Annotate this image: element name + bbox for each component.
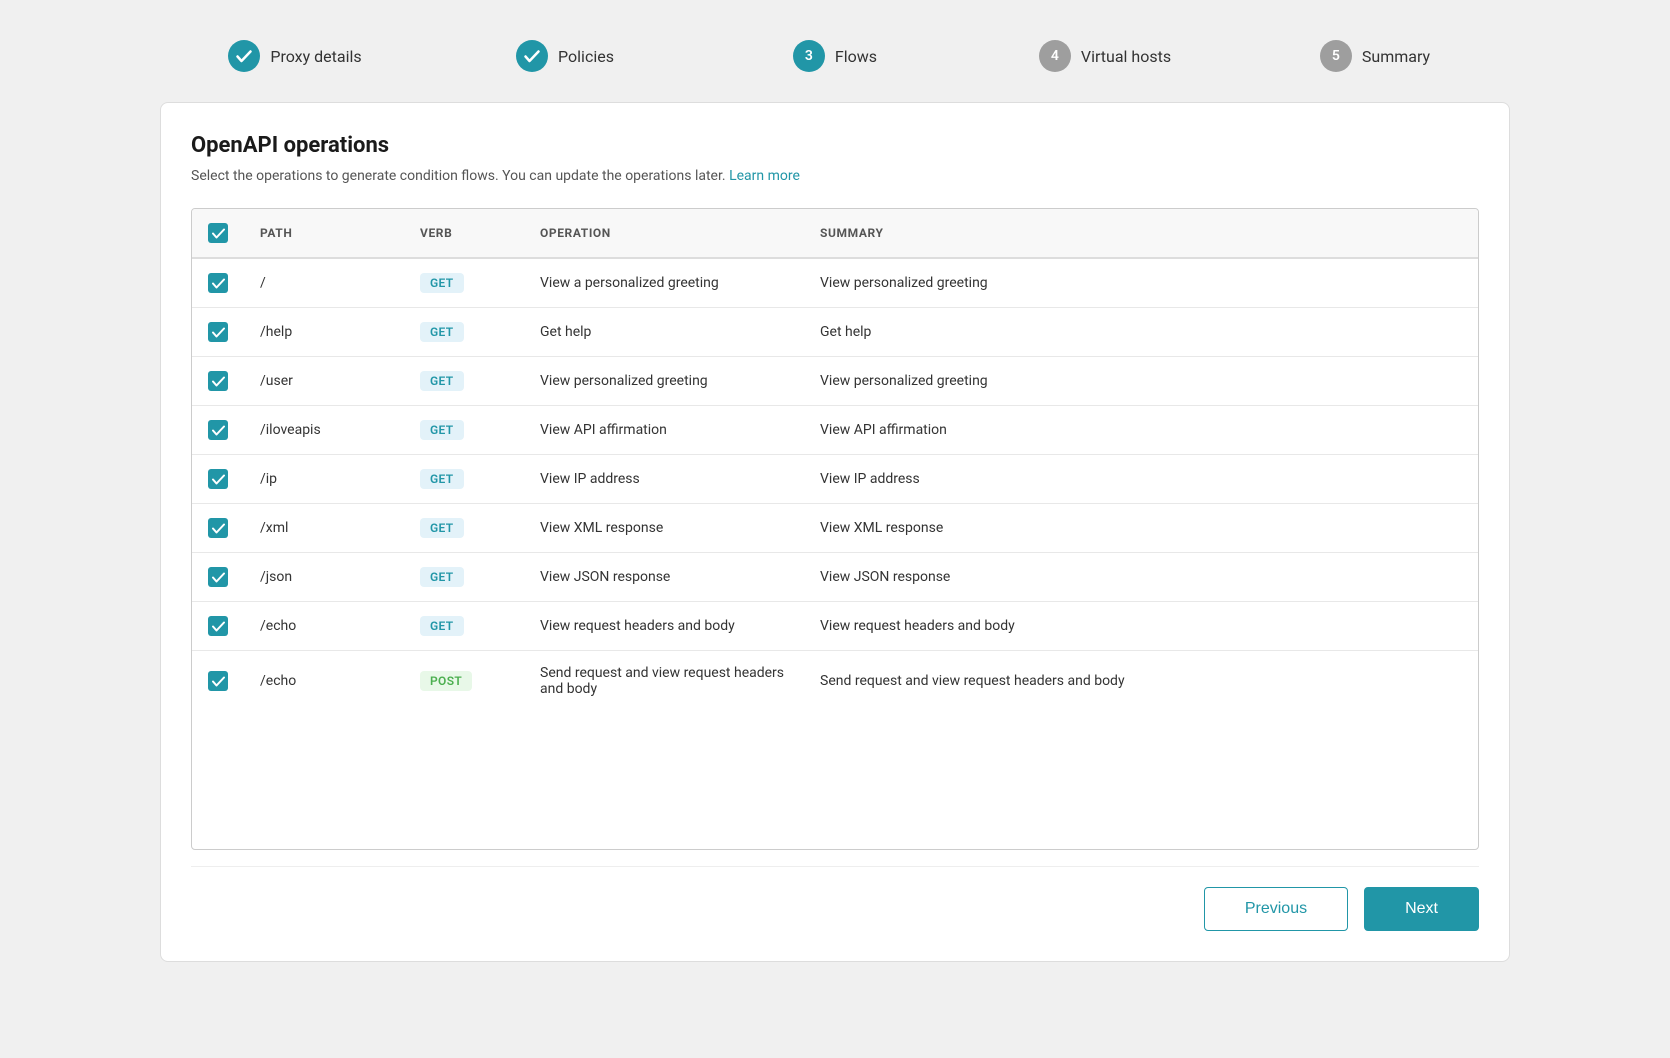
row-operation: View request headers and body bbox=[524, 602, 804, 651]
step-circle-virtual-hosts: 4 bbox=[1039, 40, 1071, 72]
learn-more-link[interactable]: Learn more bbox=[729, 168, 800, 184]
operations-table: PATH VERB OPERATION SUMMARY / GET View a bbox=[192, 209, 1478, 711]
row-checkbox-cell bbox=[192, 308, 244, 357]
row-path: /xml bbox=[244, 504, 404, 553]
row-checkbox-cell bbox=[192, 455, 244, 504]
row-operation: Get help bbox=[524, 308, 804, 357]
col-header-operation: OPERATION bbox=[524, 209, 804, 258]
row-summary: View JSON response bbox=[804, 553, 1478, 602]
step-label-flows: Flows bbox=[835, 47, 877, 66]
step-proxy-details: Proxy details bbox=[160, 40, 430, 72]
row-verb: GET bbox=[404, 308, 524, 357]
row-summary: View IP address bbox=[804, 455, 1478, 504]
step-virtual-hosts: 4 Virtual hosts bbox=[970, 40, 1240, 72]
row-checkbox-5[interactable] bbox=[208, 518, 228, 538]
row-checkbox-3[interactable] bbox=[208, 420, 228, 440]
next-button[interactable]: Next bbox=[1364, 887, 1479, 931]
row-operation: View XML response bbox=[524, 504, 804, 553]
row-path: /user bbox=[244, 357, 404, 406]
card-subtitle: Select the operations to generate condit… bbox=[191, 168, 1479, 184]
row-checkbox-4[interactable] bbox=[208, 469, 228, 489]
row-summary: View personalized greeting bbox=[804, 357, 1478, 406]
row-summary: View request headers and body bbox=[804, 602, 1478, 651]
stepper: Proxy details Policies 3 Flows 4 Virtual… bbox=[160, 20, 1510, 102]
row-checkbox-0[interactable] bbox=[208, 273, 228, 293]
row-path: /echo bbox=[244, 651, 404, 712]
step-circle-flows: 3 bbox=[793, 40, 825, 72]
table-header-row: PATH VERB OPERATION SUMMARY bbox=[192, 209, 1478, 258]
row-checkbox-cell bbox=[192, 553, 244, 602]
step-policies: Policies bbox=[430, 40, 700, 72]
row-verb: GET bbox=[404, 258, 524, 308]
step-label-summary: Summary bbox=[1362, 47, 1430, 66]
row-checkbox-2[interactable] bbox=[208, 371, 228, 391]
table-row: /iloveapis GET View API affirmation View… bbox=[192, 406, 1478, 455]
col-header-path: PATH bbox=[244, 209, 404, 258]
row-operation: Send request and view request headers an… bbox=[524, 651, 804, 712]
row-checkbox-cell bbox=[192, 357, 244, 406]
step-summary: 5 Summary bbox=[1240, 40, 1510, 72]
table-row: /echo GET View request headers and body … bbox=[192, 602, 1478, 651]
row-path: /help bbox=[244, 308, 404, 357]
table-row: /xml GET View XML response View XML resp… bbox=[192, 504, 1478, 553]
table-row: /help GET Get help Get help bbox=[192, 308, 1478, 357]
select-all-checkbox[interactable] bbox=[208, 223, 228, 243]
row-summary: Send request and view request headers an… bbox=[804, 651, 1478, 712]
step-label-virtual-hosts: Virtual hosts bbox=[1081, 47, 1171, 66]
row-verb: GET bbox=[404, 406, 524, 455]
row-checkbox-cell bbox=[192, 504, 244, 553]
row-path: /echo bbox=[244, 602, 404, 651]
row-checkbox-8[interactable] bbox=[208, 671, 228, 691]
row-operation: View a personalized greeting bbox=[524, 258, 804, 308]
step-flows: 3 Flows bbox=[700, 40, 970, 72]
row-verb: GET bbox=[404, 504, 524, 553]
row-verb: GET bbox=[404, 455, 524, 504]
row-operation: View IP address bbox=[524, 455, 804, 504]
row-operation: View personalized greeting bbox=[524, 357, 804, 406]
col-header-check bbox=[192, 209, 244, 258]
card-title: OpenAPI operations bbox=[191, 133, 1479, 158]
row-checkbox-cell bbox=[192, 602, 244, 651]
row-checkbox-7[interactable] bbox=[208, 616, 228, 636]
row-verb: GET bbox=[404, 553, 524, 602]
row-summary: View personalized greeting bbox=[804, 258, 1478, 308]
row-path: / bbox=[244, 258, 404, 308]
card-footer: Previous Next bbox=[191, 866, 1479, 931]
row-path: /json bbox=[244, 553, 404, 602]
col-header-verb: VERB bbox=[404, 209, 524, 258]
step-label-policies: Policies bbox=[558, 47, 614, 66]
step-label-proxy-details: Proxy details bbox=[270, 47, 361, 66]
row-summary: View API affirmation bbox=[804, 406, 1478, 455]
row-operation: View API affirmation bbox=[524, 406, 804, 455]
table-row: /echo POST Send request and view request… bbox=[192, 651, 1478, 712]
step-circle-policies bbox=[516, 40, 548, 72]
row-checkbox-6[interactable] bbox=[208, 567, 228, 587]
table-row: / GET View a personalized greeting View … bbox=[192, 258, 1478, 308]
row-checkbox-cell bbox=[192, 258, 244, 308]
step-circle-proxy-details bbox=[228, 40, 260, 72]
previous-button[interactable]: Previous bbox=[1204, 887, 1348, 931]
table-row: /ip GET View IP address View IP address bbox=[192, 455, 1478, 504]
row-operation: View JSON response bbox=[524, 553, 804, 602]
row-checkbox-cell bbox=[192, 406, 244, 455]
table-row: /user GET View personalized greeting Vie… bbox=[192, 357, 1478, 406]
operations-table-container: PATH VERB OPERATION SUMMARY / GET View a bbox=[191, 208, 1479, 850]
col-header-summary: SUMMARY bbox=[804, 209, 1478, 258]
table-row: /json GET View JSON response View JSON r… bbox=[192, 553, 1478, 602]
table-scroll[interactable]: PATH VERB OPERATION SUMMARY / GET View a bbox=[192, 209, 1478, 849]
step-circle-summary: 5 bbox=[1320, 40, 1352, 72]
main-card: OpenAPI operations Select the operations… bbox=[160, 102, 1510, 962]
row-checkbox-1[interactable] bbox=[208, 322, 228, 342]
row-summary: View XML response bbox=[804, 504, 1478, 553]
row-verb: GET bbox=[404, 602, 524, 651]
row-summary: Get help bbox=[804, 308, 1478, 357]
row-verb: GET bbox=[404, 357, 524, 406]
row-verb: POST bbox=[404, 651, 524, 712]
row-checkbox-cell bbox=[192, 651, 244, 712]
row-path: /ip bbox=[244, 455, 404, 504]
row-path: /iloveapis bbox=[244, 406, 404, 455]
